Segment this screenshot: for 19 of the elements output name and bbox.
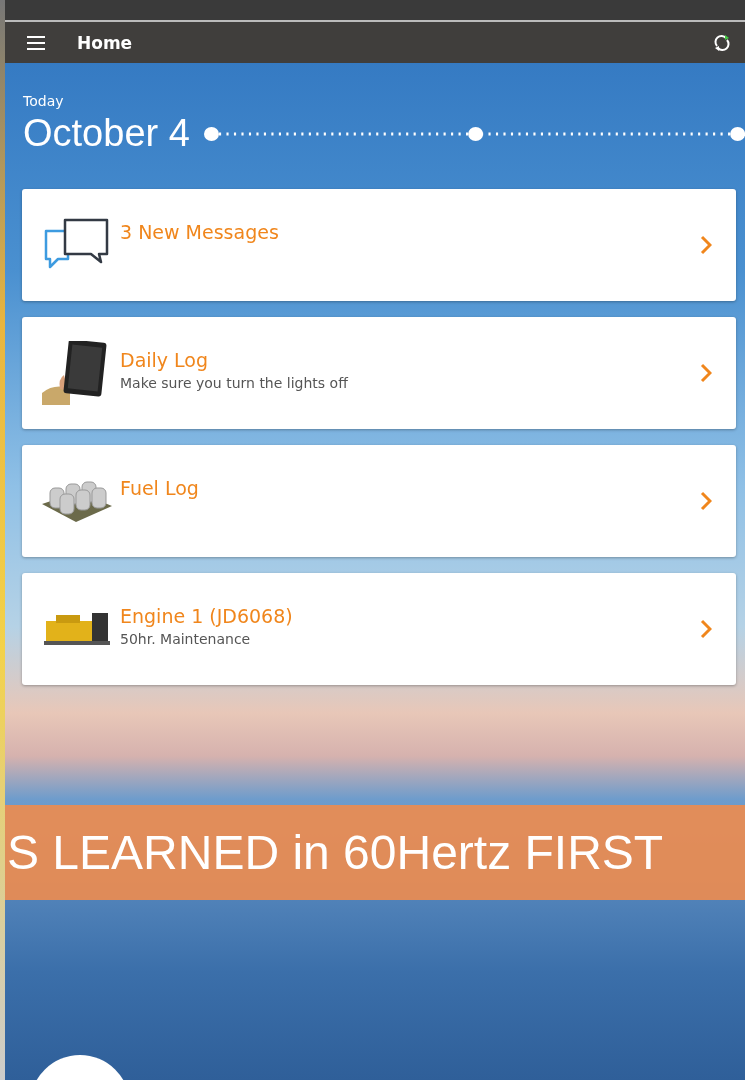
- today-label: Today: [23, 93, 64, 109]
- screen-title: Home: [77, 32, 134, 53]
- menu-icon[interactable]: [27, 35, 45, 50]
- date-heading: October 4: [23, 112, 190, 155]
- card-title: Daily Log: [120, 349, 210, 371]
- banner-text: S LEARNED in 60Hertz FIRST: [7, 825, 664, 880]
- chevron-icon: [700, 491, 712, 511]
- chevron-icon: [700, 363, 712, 383]
- card-title: Engine 1 (JD6068): [120, 605, 294, 627]
- card-subtitle: Make sure you turn the lights off: [120, 375, 350, 391]
- list-card[interactable]: Engine 1 (JD6068) 50hr. Maintenance: [22, 573, 736, 685]
- card-title: Fuel Log: [120, 477, 200, 499]
- chevron-icon: [700, 619, 712, 639]
- card-title: 3 New Messages: [120, 221, 280, 243]
- sync-icon[interactable]: [713, 33, 731, 52]
- chevron-icon: [700, 235, 712, 255]
- list-card[interactable]: Daily Log Make sure you turn the lights off: [22, 317, 736, 429]
- card-subtitle: 50hr. Maintenance: [120, 631, 252, 647]
- generator-drawing: [42, 611, 112, 647]
